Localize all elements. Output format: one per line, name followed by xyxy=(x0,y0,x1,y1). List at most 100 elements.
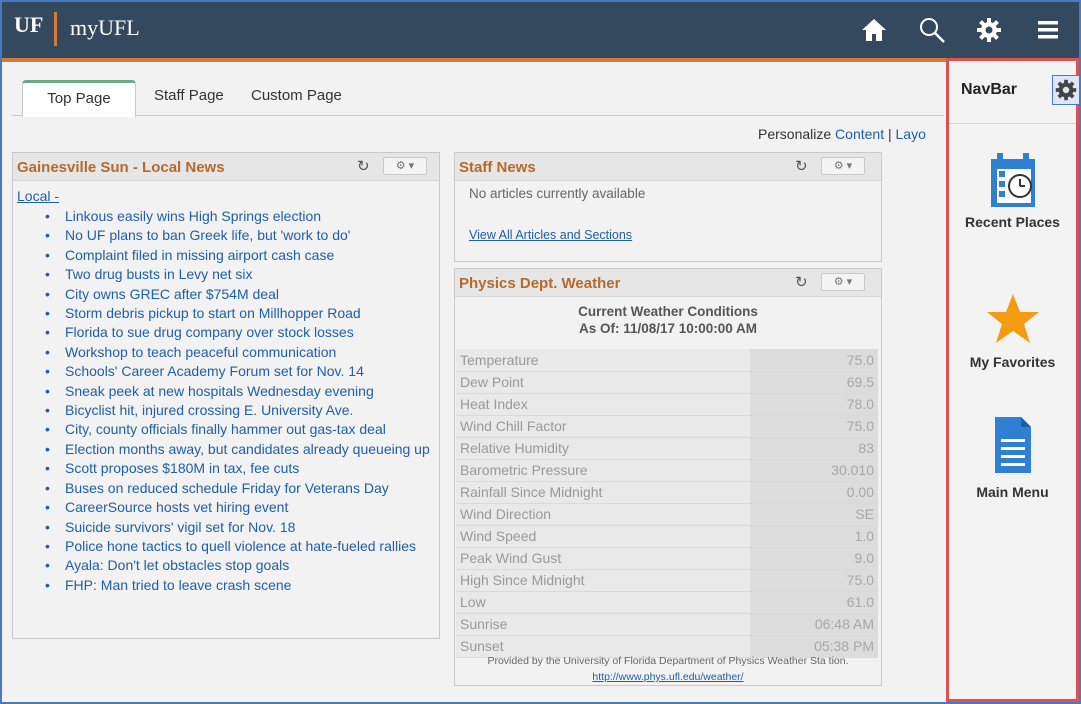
news-section-link[interactable]: Local - xyxy=(17,188,59,204)
navbar-item-label: Recent Places xyxy=(965,214,1060,230)
navbar-settings-button[interactable] xyxy=(1052,75,1080,105)
logo-divider xyxy=(54,12,57,46)
weather-value: 06:48 AM xyxy=(750,613,878,636)
navbar-item-recent-places[interactable]: Recent Places xyxy=(949,151,1076,230)
personalize-label: Personalize xyxy=(758,126,832,142)
news-list-item[interactable]: Two drug busts in Levy net six xyxy=(37,265,437,285)
news-list-item[interactable]: Complaint filed in missing airport cash … xyxy=(37,246,437,266)
weather-label: Wind Direction xyxy=(456,503,750,526)
weather-row: Heat Index 78.0 xyxy=(456,393,878,416)
weather-label: Heat Index xyxy=(456,393,750,416)
news-list-item[interactable]: Workshop to teach peaceful communication xyxy=(37,343,437,363)
star-icon xyxy=(986,294,1039,343)
weather-value: 83 xyxy=(750,437,878,460)
news-list-item[interactable]: City owns GREC after $754M deal xyxy=(37,285,437,305)
document-icon xyxy=(994,417,1031,473)
weather-row: Temperature 75.0 xyxy=(456,349,878,372)
main-content: Top Page Staff Page Custom Page Personal… xyxy=(2,62,946,702)
tab-custom-page[interactable]: Custom Page xyxy=(251,87,342,104)
weather-row: High Since Midnight 75.0 xyxy=(456,569,878,592)
weather-label: Rainfall Since Midnight xyxy=(456,481,750,504)
weather-row: Dew Point 69.5 xyxy=(456,371,878,394)
gear-icon[interactable] xyxy=(975,16,1003,44)
weather-footer: Provided by the University of Florida De… xyxy=(455,653,881,685)
refresh-icon[interactable]: ↻ xyxy=(795,157,808,175)
pagelet-title: Staff News xyxy=(459,159,536,176)
navbar-title: NavBar xyxy=(961,81,1018,98)
uf-logo[interactable]: UF xyxy=(14,12,43,38)
weather-label: Sunrise xyxy=(456,613,750,636)
news-list-item[interactable]: No UF plans to ban Greek life, but 'work… xyxy=(37,226,437,246)
navbar-item-label: Main Menu xyxy=(976,484,1049,500)
gear-icon xyxy=(1055,79,1077,101)
personalize-layout-link[interactable]: Layo xyxy=(896,126,926,142)
news-list-item[interactable]: City, county officials finally hammer ou… xyxy=(37,420,437,440)
news-list-item[interactable]: CareerSource hosts vet hiring event xyxy=(37,498,437,518)
news-list-item[interactable]: Florida to sue drug company over stock l… xyxy=(37,323,437,343)
search-icon[interactable] xyxy=(918,16,946,44)
news-list-item[interactable]: Scott proposes $180M in tax, fee cuts xyxy=(37,459,437,479)
local-news-pagelet: Gainesville Sun - Local News ↻ ⚙ ▾ Local… xyxy=(12,152,440,639)
weather-value: 1.0 xyxy=(750,525,878,548)
home-icon[interactable] xyxy=(860,16,888,44)
news-list-item[interactable]: Suicide survivors' vigil set for Nov. 18 xyxy=(37,518,437,538)
weather-heading: Current Weather Conditions xyxy=(578,304,758,319)
view-all-articles-link[interactable]: View All Articles and Sections xyxy=(469,228,632,242)
weather-row: Sunrise 06:48 AM xyxy=(456,613,878,636)
pagelet-options-button[interactable]: ⚙ ▾ xyxy=(821,157,865,175)
weather-row: Wind Direction SE xyxy=(456,503,878,526)
pagelet-title: Gainesville Sun - Local News xyxy=(17,159,225,176)
weather-pagelet: Physics Dept. Weather ↻ ⚙ ▾ Current Weat… xyxy=(454,268,882,686)
weather-row: Wind Speed 1.0 xyxy=(456,525,878,548)
weather-value: 75.0 xyxy=(750,349,878,372)
staff-news-pagelet: Staff News ↻ ⚙ ▾ No articles currently a… xyxy=(454,152,882,262)
weather-label: Temperature xyxy=(456,349,750,372)
pagelet-options-button[interactable]: ⚙ ▾ xyxy=(821,273,865,291)
weather-footer-link[interactable]: http://www.phys.ufl.edu/weather/ xyxy=(592,671,743,683)
news-list: Linkous easily wins High Springs electio… xyxy=(37,207,437,596)
personalize-content-link[interactable]: Content xyxy=(835,126,884,142)
news-list-item[interactable]: FHP: Man tried to leave crash scene xyxy=(37,576,437,596)
navbar-item-main-menu[interactable]: Main Menu xyxy=(949,415,1076,500)
weather-value: 75.0 xyxy=(750,569,878,592)
weather-label: Barometric Pressure xyxy=(456,459,750,482)
news-list-item[interactable]: Ayala: Don't let obstacles stop goals xyxy=(37,556,437,576)
app-title: myUFL xyxy=(70,15,140,40)
weather-label: Low xyxy=(456,591,750,614)
navbar-divider xyxy=(949,123,1076,124)
weather-row: Relative Humidity 83 xyxy=(456,437,878,460)
weather-footer-text: Provided by the University of Florida De… xyxy=(487,655,849,667)
pagelet-options-button[interactable]: ⚙ ▾ xyxy=(383,157,427,175)
pagelet-header: Physics Dept. Weather ↻ ⚙ ▾ xyxy=(455,269,881,297)
navbar-item-my-favorites[interactable]: My Favorites xyxy=(949,293,1076,370)
news-list-item[interactable]: Bicyclist hit, injured crossing E. Unive… xyxy=(37,401,437,421)
news-list-item[interactable]: Police hone tactics to quell violence at… xyxy=(37,537,437,557)
staff-news-message: No articles currently available xyxy=(469,186,646,201)
tab-staff-page[interactable]: Staff Page xyxy=(154,87,224,104)
news-list-item[interactable]: Linkous easily wins High Springs electio… xyxy=(37,207,437,227)
tab-top-page[interactable]: Top Page xyxy=(22,80,136,117)
navbar-item-label: My Favorites xyxy=(969,354,1056,370)
pagelet-header: Staff News ↻ ⚙ ▾ xyxy=(455,153,881,181)
news-list-item[interactable]: Election months away, but candidates alr… xyxy=(37,440,437,460)
calendar-clock-icon xyxy=(990,153,1035,207)
weather-timestamp: As Of: 11/08/17 10:00:00 AM xyxy=(578,321,758,336)
weather-value: 69.5 xyxy=(750,371,878,394)
personalize-links: Personalize Content | Layo xyxy=(758,126,926,142)
app-header: UF myUFL xyxy=(2,2,1079,58)
pagelet-title: Physics Dept. Weather xyxy=(459,275,621,292)
weather-row: Rainfall Since Midnight 0.00 xyxy=(456,481,878,504)
news-list-item[interactable]: Storm debris pickup to start on Millhopp… xyxy=(37,304,437,324)
news-list-item[interactable]: Sneak peek at new hospitals Wednesday ev… xyxy=(37,382,437,402)
news-list-item[interactable]: Buses on reduced schedule Friday for Vet… xyxy=(37,479,437,499)
weather-label: Wind Speed xyxy=(456,525,750,548)
hamburger-menu-icon[interactable] xyxy=(1034,16,1062,44)
refresh-icon[interactable]: ↻ xyxy=(357,157,370,175)
weather-table: Temperature 75.0 Dew Point 69.5 Heat Index 78… xyxy=(456,349,878,658)
weather-label: Dew Point xyxy=(456,371,750,394)
refresh-icon[interactable]: ↻ xyxy=(795,273,808,291)
weather-value: 0.00 xyxy=(750,481,878,504)
news-list-item[interactable]: Schools' Career Academy Forum set for No… xyxy=(37,362,437,382)
pagelet-header: Gainesville Sun - Local News ↻ ⚙ ▾ xyxy=(13,153,439,181)
weather-value: 30.010 xyxy=(750,459,878,482)
